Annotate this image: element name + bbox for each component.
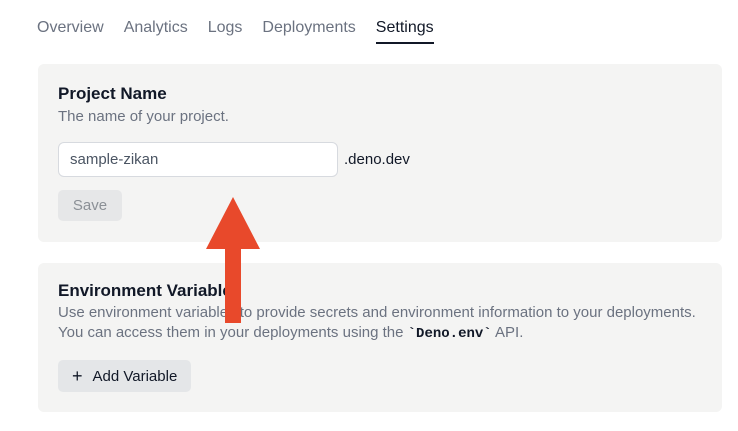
env-text-block: Environment Variables Use environment va… (58, 281, 698, 344)
tab-logs[interactable]: Logs (208, 18, 243, 44)
tab-analytics[interactable]: Analytics (124, 18, 188, 44)
add-variable-button[interactable]: + Add Variable (58, 360, 192, 392)
settings-tabs: Overview Analytics Logs Deployments Sett… (37, 18, 434, 44)
up-arrow-icon (206, 197, 260, 323)
tab-overview[interactable]: Overview (37, 18, 104, 44)
project-name-card: Project Name The name of your project. .… (38, 64, 722, 242)
environment-variables-card: Environment Variables Use environment va… (38, 263, 722, 412)
tab-deployments[interactable]: Deployments (262, 18, 355, 44)
env-description-part1: Use environment variables to provide sec… (58, 304, 696, 341)
add-variable-label: Add Variable (92, 367, 178, 385)
settings-page: Overview Analytics Logs Deployments Sett… (0, 0, 738, 431)
project-name-description: The name of your project. (58, 108, 229, 125)
deno-env-code: `Deno.env` (407, 326, 492, 342)
env-title: Environment Variables (58, 281, 242, 300)
env-description: Use environment variables to provide sec… (58, 303, 698, 344)
domain-suffix: .deno.dev (344, 151, 410, 168)
env-description-part2: API. (491, 324, 524, 341)
project-name-input[interactable] (58, 142, 338, 177)
project-name-input-row: .deno.dev (58, 142, 410, 177)
tab-settings[interactable]: Settings (375, 18, 434, 44)
save-button[interactable]: Save (58, 190, 122, 221)
project-name-title: Project Name (58, 84, 167, 103)
plus-icon: + (72, 366, 83, 386)
